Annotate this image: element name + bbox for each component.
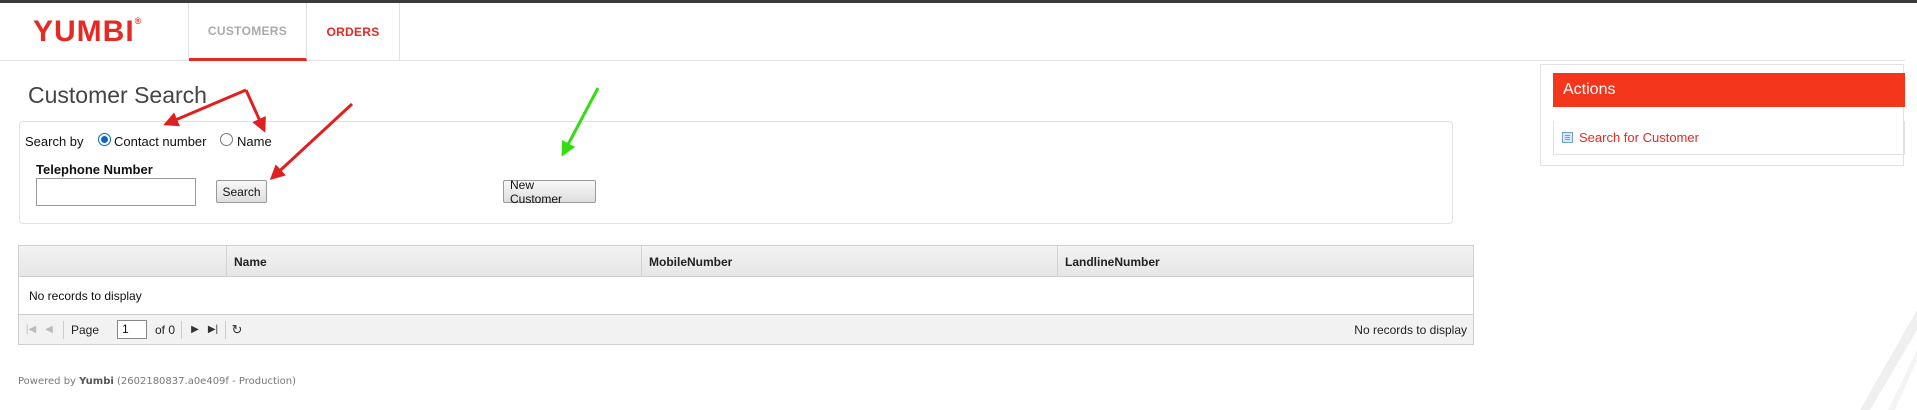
actions-title: Actions	[1553, 73, 1905, 107]
pager-divider	[63, 321, 64, 339]
telephone-number-input[interactable]	[36, 178, 196, 206]
next-page-icon[interactable]: ▶	[189, 324, 201, 336]
pager-status: No records to display	[1354, 323, 1467, 337]
refresh-icon[interactable]: ↻	[231, 323, 243, 336]
contact-number-radio[interactable]	[98, 133, 111, 146]
search-by-label: Search by	[25, 134, 84, 149]
grid-column-select[interactable]	[19, 246, 227, 277]
search-panel	[19, 121, 1453, 224]
action-search-for-customer[interactable]: Search for Customer	[1553, 121, 1905, 155]
header: YUMBI® CUSTOMERS ORDERS	[0, 3, 1905, 61]
app-window: YUMBI® CUSTOMERS ORDERS Customer Search …	[0, 0, 1917, 410]
pager-divider	[225, 321, 226, 339]
page-number-input[interactable]: 1	[117, 320, 147, 339]
footer: Powered by Yumbi (2602180837.a0e409f - P…	[18, 376, 296, 387]
grid-column-landline-number[interactable]: LandlineNumber	[1058, 246, 1473, 277]
contact-number-radio-label[interactable]: Contact number	[114, 134, 207, 149]
corner-decoration	[1860, 310, 1917, 410]
last-page-icon[interactable]: ▶|	[207, 324, 219, 336]
page-count-label: of 0	[155, 323, 176, 337]
footer-version: (2602180837.a0e409f - Production)	[116, 376, 297, 387]
first-page-icon[interactable]: |◀	[25, 324, 37, 336]
prev-page-icon[interactable]: ◀	[43, 324, 55, 336]
actions-panel: Actions Search for Customer	[1540, 64, 1905, 166]
grid-pager: |◀ ◀ Page 1 of 0 ▶ ▶| ↻ No records to di…	[19, 314, 1473, 344]
telephone-number-label: Telephone Number	[36, 162, 153, 177]
logo[interactable]: YUMBI®	[33, 15, 142, 49]
pager-divider	[181, 321, 182, 339]
search-button[interactable]: Search	[216, 180, 267, 203]
grid-header: Name MobileNumber LandlineNumber	[19, 246, 1473, 277]
new-customer-button[interactable]: New Customer	[503, 178, 596, 206]
action-search-for-customer-label[interactable]: Search for Customer	[1579, 130, 1699, 145]
name-radio[interactable]	[220, 133, 233, 146]
customer-grid: Name MobileNumber LandlineNumber No reco…	[18, 245, 1474, 345]
grid-column-mobile-number[interactable]: MobileNumber	[642, 246, 1058, 277]
page-title: Customer Search	[28, 82, 207, 108]
footer-brand: Yumbi	[79, 376, 114, 387]
tab-customers[interactable]: CUSTOMERS	[189, 3, 307, 61]
name-radio-label[interactable]: Name	[237, 134, 272, 149]
main-nav: CUSTOMERS ORDERS	[188, 3, 400, 61]
list-icon	[1562, 132, 1573, 143]
grid-empty-message: No records to display	[29, 289, 142, 303]
page-label: Page	[71, 323, 100, 337]
tab-orders[interactable]: ORDERS	[307, 3, 400, 61]
footer-prefix: Powered by	[18, 376, 76, 387]
grid-column-name[interactable]: Name	[227, 246, 642, 277]
